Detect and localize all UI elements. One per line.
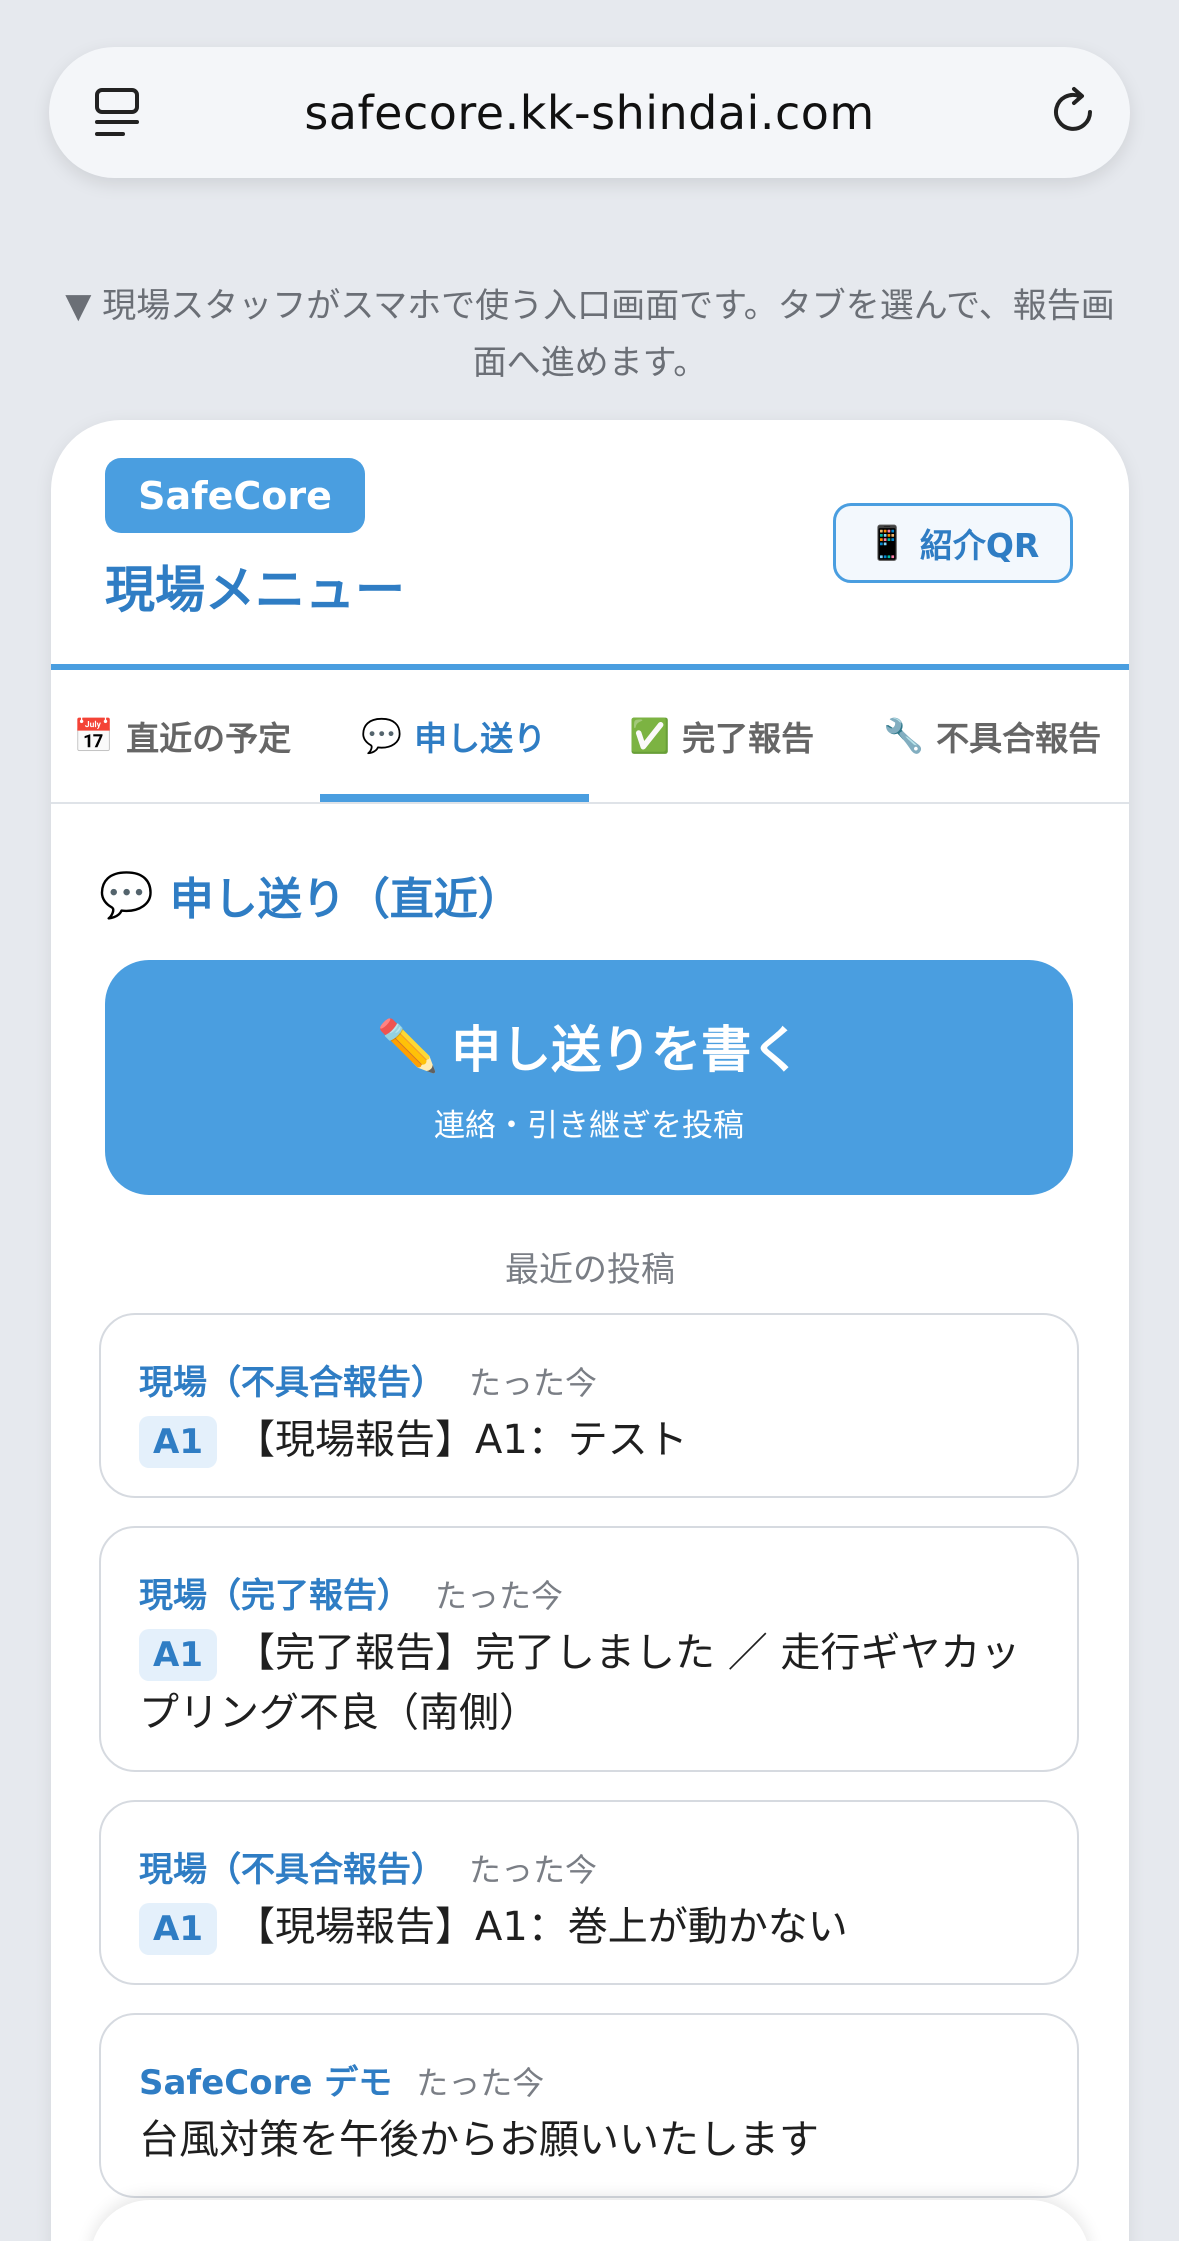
post-tag: A1 [139, 1416, 217, 1468]
bottom-toolbar [90, 2200, 1090, 2241]
write-handover-button[interactable]: ✏️ 申し送りを書く 連絡・引き継ぎを投稿 [105, 960, 1073, 1195]
post-time: たった今 [469, 1364, 598, 1402]
calendar-icon: 📅 [73, 716, 115, 755]
list-item[interactable]: 現場（完了報告） たった今 A1 【完了報告】完了しました ／ 走行ギヤカップリン… [99, 1526, 1079, 1772]
list-item[interactable]: 現場（不具合報告） たった今 A1 【現場報告】A1：巻上が動かない [99, 1800, 1079, 1985]
speech-bubble-icon: 💬 [361, 716, 403, 755]
brand-badge: SafeCore [105, 458, 365, 533]
address-bar[interactable]: safecore.kk-shindai.com [49, 47, 1130, 178]
tab-label: 直近の予定 [126, 719, 292, 758]
menu-icon[interactable] [93, 87, 143, 139]
tab-schedule[interactable]: 📅 直近の予定 [73, 670, 291, 802]
post-text: 【現場報告】A1：テスト [234, 1417, 688, 1463]
post-author: 現場（不具合報告） [139, 1850, 445, 1890]
page-title: 現場メニュー [105, 561, 405, 619]
phone-icon: 📱 [866, 523, 908, 562]
list-item[interactable]: 現場（不具合報告） たった今 A1 【現場報告】A1：テスト [99, 1313, 1079, 1498]
app-card: SafeCore 現場メニュー 📱 紹介QR 📅 直近の予定 💬 申し送り ✅ … [51, 420, 1129, 2241]
recent-posts-label: 最近の投稿 [505, 1250, 675, 1290]
tab-handover[interactable]: 💬 申し送り [361, 670, 546, 802]
speech-bubble-icon: 💬 [99, 870, 154, 921]
active-tab-indicator [320, 794, 589, 802]
section-title-text: 申し送り（直近） [169, 874, 522, 925]
section-title: 💬 申し送り（直近） [99, 863, 522, 927]
post-author: 現場（不具合報告） [139, 1363, 445, 1403]
post-text: 【現場報告】A1：巻上が動かない [234, 1904, 848, 1950]
pencil-icon: ✏️ [376, 1016, 440, 1075]
tab-label: 完了報告 [682, 719, 815, 758]
tab-defect-report[interactable]: 🔧 不具合報告 [883, 670, 1101, 802]
post-tag: A1 [139, 1629, 217, 1681]
post-time: たった今 [435, 1577, 564, 1615]
qr-button-label: 紹介QR [919, 526, 1040, 565]
check-icon: ✅ [629, 716, 671, 755]
tab-bar: 📅 直近の予定 💬 申し送り ✅ 完了報告 🔧 不具合報告 [51, 670, 1129, 804]
tab-label: 申し送り [414, 719, 547, 758]
post-text: 【完了報告】完了しました ／ 走行ギヤカップリング不良（南側） [139, 1630, 1021, 1736]
wrench-icon: 🔧 [883, 716, 925, 755]
tab-completion-report[interactable]: ✅ 完了報告 [629, 670, 814, 802]
post-author: SafeCore デモ [139, 2063, 393, 2103]
write-button-label: 申し送りを書く [451, 1021, 802, 1079]
url-text[interactable]: safecore.kk-shindai.com [304, 86, 874, 140]
post-tag: A1 [139, 1903, 217, 1955]
post-text: 台風対策を午後からお願いいたします [139, 2117, 819, 2163]
write-button-main: ✏️ 申し送りを書く [377, 1010, 801, 1082]
write-button-sublabel: 連絡・引き継ぎを投稿 [434, 1108, 744, 1144]
page-caption: ▼ 現場スタッフがスマホで使う入口画面です。タブを選んで、報告画面へ進めます。 [65, 286, 1115, 383]
reload-icon[interactable] [1046, 85, 1100, 139]
tab-label: 不具合報告 [936, 719, 1102, 758]
referral-qr-button[interactable]: 📱 紹介QR [833, 503, 1073, 583]
list-item[interactable]: SafeCore デモ たった今 台風対策を午後からお願いいたします [99, 2013, 1079, 2198]
post-time: たった今 [416, 2064, 545, 2102]
post-author: 現場（完了報告） [139, 1576, 411, 1616]
post-time: たった今 [469, 1851, 598, 1889]
